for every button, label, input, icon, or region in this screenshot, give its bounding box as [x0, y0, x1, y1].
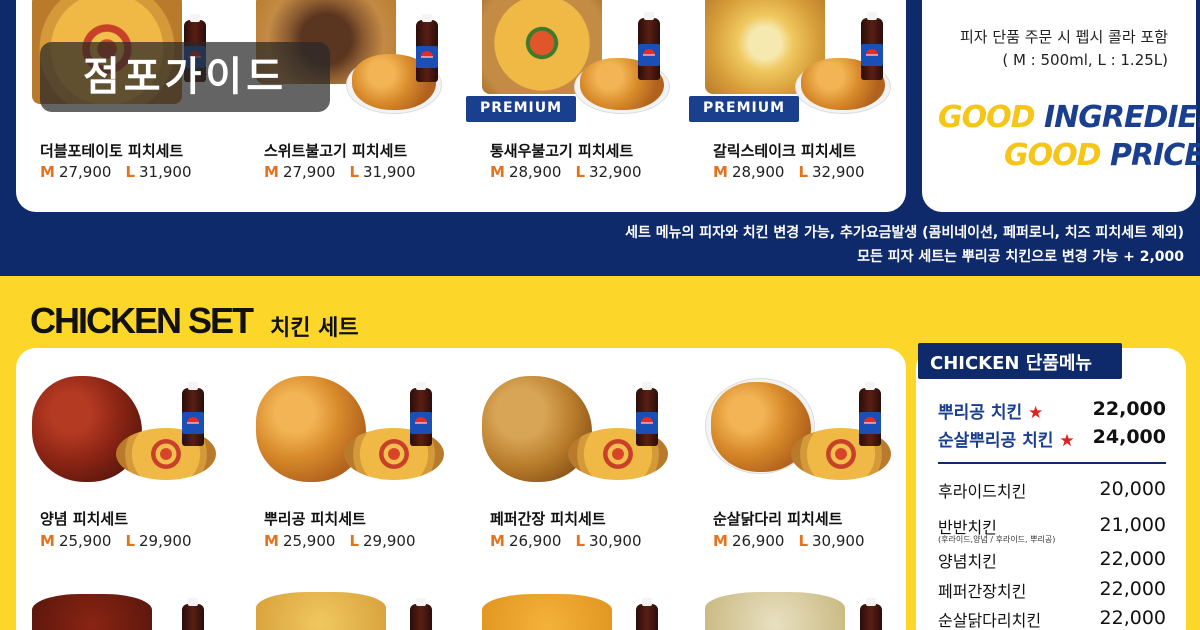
cola-bottle-icon	[410, 382, 432, 446]
menu-row[interactable]: 후라이드치킨 20,000	[938, 478, 1166, 502]
cola-bottle-icon	[636, 598, 658, 630]
cola-bottle-icon	[182, 598, 204, 630]
cola-bottle-icon	[638, 12, 660, 80]
cola-bottle-icon	[861, 12, 883, 80]
menu-item-name: 뿌리공 피치세트	[264, 510, 366, 528]
chicken-change-notice: 모든 피자 세트는 뿌리공 치킨으로 변경 가능 + 2,000	[857, 249, 1184, 265]
menu-row-best[interactable]: 뿌리공 치킨 ★ 22,000	[938, 398, 1166, 423]
cola-bottle-icon	[636, 382, 658, 446]
chicken-set-image	[256, 372, 466, 482]
next-row-image	[32, 594, 152, 630]
menu-row-price: 24,000	[1092, 426, 1166, 448]
chicken-set-image	[482, 372, 692, 482]
menu-row-name: 순살닭다리치킨	[938, 611, 1042, 630]
menu-item-price: M 25,900 L 29,900	[264, 532, 416, 550]
chicken-set-image	[32, 372, 242, 482]
menu-item-name: 순살닭다리 피치세트	[713, 510, 843, 528]
menu-row[interactable]: 양념치킨 22,000	[938, 548, 1166, 572]
menu-item-price: M 27,900 L 31,900	[264, 163, 416, 181]
menu-item-price: M 25,900 L 29,900	[40, 532, 192, 550]
next-row-image	[705, 592, 845, 630]
menu-row-price: 22,000	[1099, 548, 1166, 570]
pizza-set-image	[705, 0, 915, 114]
next-row-image	[482, 594, 612, 630]
menu-item-price: M 28,900 L 32,900	[490, 163, 642, 181]
cola-bottle-icon	[860, 598, 882, 630]
menu-row-best[interactable]: 순살뿌리공 치킨 ★ 24,000	[938, 426, 1166, 451]
menu-row-name: 양념치킨	[938, 552, 997, 571]
menu-row[interactable]: 순살닭다리치킨 22,000	[938, 607, 1166, 630]
section-subtitle: 치킨 세트	[270, 316, 359, 341]
menu-item-name: 스위트불고기 피치세트	[264, 142, 408, 160]
menu-row[interactable]: 반반치킨 21,000 (후라이드,양념 / 후라이드, 뿌리공)	[938, 514, 1166, 544]
menu-divider	[938, 462, 1166, 464]
menu-row-price: 22,000	[1099, 607, 1166, 629]
menu-row-price: 20,000	[1099, 478, 1166, 500]
slogan-good-ingredient: GOOD INGREDIENT!	[938, 100, 1200, 135]
chicken-set-image	[705, 372, 915, 482]
pizza-set-image	[482, 0, 692, 114]
menu-row-name: 순살뿌리공 치킨 ★	[938, 431, 1075, 451]
menu-row-price: 21,000	[1099, 514, 1166, 536]
watermark-logo: 점포가이드	[40, 42, 330, 112]
cola-bottle-icon	[182, 382, 204, 446]
menu-item-name: 양념 피치세트	[40, 510, 129, 528]
menu-item-name: 페퍼간장 피치세트	[490, 510, 606, 528]
menu-item-price: M 27,900 L 31,900	[40, 163, 192, 181]
menu-item-price: M 26,900 L 30,900	[713, 532, 865, 550]
premium-ribbon: PREMIUM	[466, 96, 576, 122]
menu-item-name: 더블포테이토 피치세트	[40, 142, 184, 160]
menu-item-price: M 26,900 L 30,900	[490, 532, 642, 550]
menu-row-note: (후라이드,양념 / 후라이드, 뿌리공)	[938, 535, 1056, 544]
cola-bottle-icon	[416, 14, 438, 82]
section-title: CHICKEN SET	[30, 300, 254, 341]
next-row-image	[256, 592, 386, 630]
set-change-notice: 세트 메뉴의 피자와 치킨 변경 가능, 추가요금발생 (콤비네이션, 페퍼로니…	[625, 225, 1184, 241]
slogan-good-price: GOOD PRICE!	[1004, 138, 1200, 173]
cola-bottle-icon	[859, 382, 881, 446]
menu-row-name: 후라이드치킨	[938, 482, 1027, 501]
menu-row-name: 페퍼간장치킨	[938, 582, 1027, 601]
menu-item-price: M 28,900 L 32,900	[713, 163, 865, 181]
star-icon: ★	[1059, 431, 1075, 451]
menu-row-price: 22,000	[1092, 398, 1166, 420]
menu-item-name: 통새우불고기 피치세트	[490, 142, 634, 160]
premium-ribbon: PREMIUM	[689, 96, 799, 122]
menu-row-name: 뿌리공 치킨 ★	[938, 403, 1044, 423]
chicken-single-menu-header: CHICKEN 단품메뉴	[918, 343, 1122, 379]
cola-bottle-icon	[410, 598, 432, 630]
menu-row-price: 22,000	[1099, 578, 1166, 600]
menu-item-name: 갈릭스테이크 피치세트	[713, 142, 857, 160]
menu-row[interactable]: 페퍼간장치킨 22,000	[938, 578, 1166, 602]
pizza-cola-note: 피자 단품 주문 시 펩시 콜라 포함 ( M : 500ml, L : 1.2…	[959, 28, 1168, 69]
star-icon: ★	[1028, 403, 1044, 423]
